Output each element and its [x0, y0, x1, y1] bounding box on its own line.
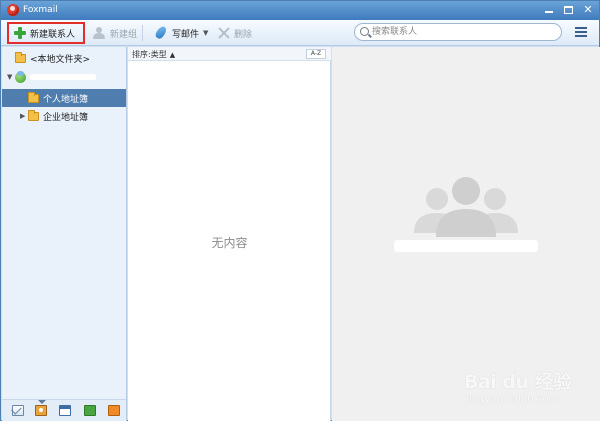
new-contact-button[interactable]: 新建联系人 — [7, 22, 85, 44]
minimize-button[interactable] — [539, 2, 559, 18]
new-group-label: 新建组 — [110, 29, 138, 40]
window-title: Foxmail — [23, 5, 58, 15]
empty-list-text: 无内容 — [211, 236, 248, 250]
close-button[interactable]: ✕ — [578, 2, 598, 18]
chevron-down-icon[interactable]: ▼ — [203, 29, 208, 37]
sort-button[interactable]: 排序:类型 ▲ — [132, 49, 175, 60]
search-icon — [360, 27, 369, 36]
sidebar-item-label: <本地文件夹> — [30, 54, 91, 65]
maximize-icon — [563, 6, 573, 14]
feed-icon[interactable] — [108, 405, 120, 416]
new-contact-label: 新建联系人 — [30, 29, 76, 40]
az-sort-button[interactable]: A-Z — [306, 49, 326, 59]
title-bar: Foxmail ✕ — [1, 1, 599, 20]
module-switcher — [2, 399, 126, 421]
notes-icon[interactable] — [84, 405, 96, 416]
sidebar-item-label: 个人地址簿 — [43, 94, 89, 105]
list-view-button[interactable] — [575, 26, 587, 38]
group-icon — [92, 27, 106, 39]
account-name-redacted — [30, 74, 96, 80]
folder-icon — [28, 91, 39, 103]
sidebar-item-label: 企业地址簿 — [43, 112, 89, 123]
calendar-icon[interactable] — [59, 405, 71, 416]
contacts-placeholder-icon — [414, 177, 518, 237]
maximize-button[interactable] — [558, 2, 578, 18]
sidebar-item-local-folders[interactable]: <本地文件夹> — [2, 49, 126, 67]
folder-icon — [28, 109, 39, 121]
sidebar-item-personal-book[interactable]: 个人地址簿 — [2, 89, 126, 107]
compose-button[interactable]: 写邮件 ▼ — [149, 23, 213, 43]
foxmail-window: Foxmail ✕ 新建联系人 新建组 写邮件 ▼ 删除 搜索联系人 <本地文件… — [0, 0, 600, 421]
contacts-icon[interactable] — [35, 405, 47, 416]
expanded-arrow-icon[interactable]: ▼ — [7, 73, 15, 81]
delete-x-icon — [218, 27, 230, 39]
toolbar: 新建联系人 新建组 写邮件 ▼ 删除 — [1, 20, 599, 46]
sidebar-item-account[interactable]: ▼ — [2, 68, 126, 86]
folder-icon — [15, 51, 26, 63]
delete-button[interactable]: 删除 — [213, 23, 257, 43]
minimize-icon — [545, 11, 553, 13]
new-group-button[interactable]: 新建组 — [87, 23, 142, 43]
feather-pen-icon — [154, 26, 168, 40]
sort-up-icon: ▲ — [169, 51, 176, 59]
sidebar: <本地文件夹> ▼ 个人地址簿 ▶ 企业地址簿 — [2, 47, 127, 421]
compose-label: 写邮件 — [172, 29, 200, 40]
account-globe-icon — [15, 70, 26, 83]
list-header: 排序:类型 ▲ A-Z — [128, 47, 331, 61]
active-module-indicator — [38, 400, 46, 404]
contact-list-pane: 排序:类型 ▲ A-Z 无内容 — [128, 47, 331, 421]
collapsed-arrow-icon[interactable]: ▶ — [20, 112, 28, 120]
search-input[interactable] — [372, 25, 557, 39]
contact-detail-pane — [332, 47, 600, 421]
detail-text-redacted — [394, 240, 538, 252]
sort-label: 排序:类型 — [132, 50, 167, 59]
mail-icon[interactable] — [12, 405, 24, 416]
list-view-icon — [575, 27, 587, 29]
foxmail-logo-icon — [7, 4, 19, 16]
search-box — [354, 23, 562, 41]
toolbar-divider — [142, 25, 143, 41]
plus-icon — [14, 27, 26, 39]
sidebar-item-enterprise-book[interactable]: ▶ 企业地址簿 — [2, 107, 126, 125]
close-icon: ✕ — [583, 3, 593, 16]
delete-label: 删除 — [234, 29, 253, 40]
